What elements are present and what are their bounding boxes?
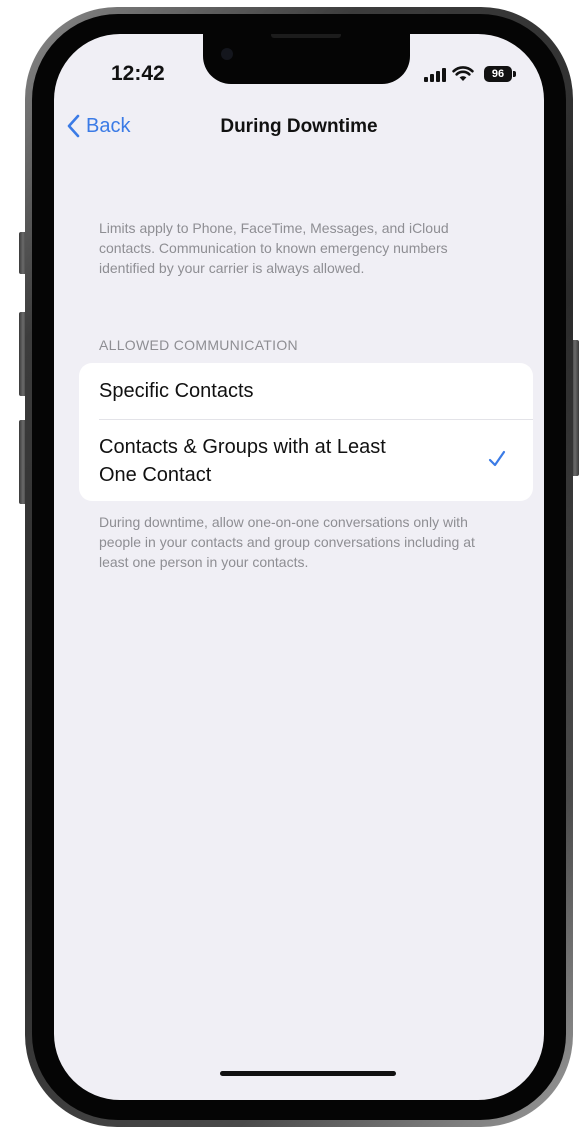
battery-level: 96: [484, 66, 512, 82]
option-label: Specific Contacts: [99, 380, 254, 402]
battery-icon: 96: [484, 66, 518, 82]
status-icons: 96: [424, 66, 524, 84]
option-specific-contacts[interactable]: Specific Contacts: [79, 363, 533, 419]
phone-bezel: 12:42 96 Back During Downtime Limits app…: [32, 14, 566, 1120]
footer-text: During downtime, allow one-on-one conver…: [99, 514, 475, 570]
cellular-signal-icon: [424, 68, 446, 82]
earpiece-speaker: [271, 34, 341, 38]
screen: 12:42 96 Back During Downtime Limits app…: [54, 34, 544, 1100]
option-contacts-and-groups[interactable]: Contacts & Groups with at Least One Cont…: [79, 420, 533, 501]
page-title: During Downtime: [220, 116, 378, 137]
front-camera: [221, 48, 233, 60]
status-time: 12:42: [111, 62, 165, 85]
checkmark-icon: [488, 450, 506, 467]
phone-frame: 12:42 96 Back During Downtime Limits app…: [25, 7, 573, 1127]
info-text: Limits apply to Phone, FaceTime, Message…: [99, 220, 449, 276]
section-header: ALLOWED COMMUNICATION: [99, 337, 298, 353]
wifi-icon: [452, 66, 474, 81]
notch: [203, 34, 410, 84]
options-card: Specific Contacts Contacts & Groups with…: [79, 363, 533, 501]
home-indicator[interactable]: [220, 1071, 396, 1076]
option-label: Contacts & Groups with at Least One Cont…: [99, 435, 386, 486]
page: 12:42 96 Back During Downtime Limits app…: [0, 0, 582, 1130]
battery-tip: [513, 71, 516, 77]
